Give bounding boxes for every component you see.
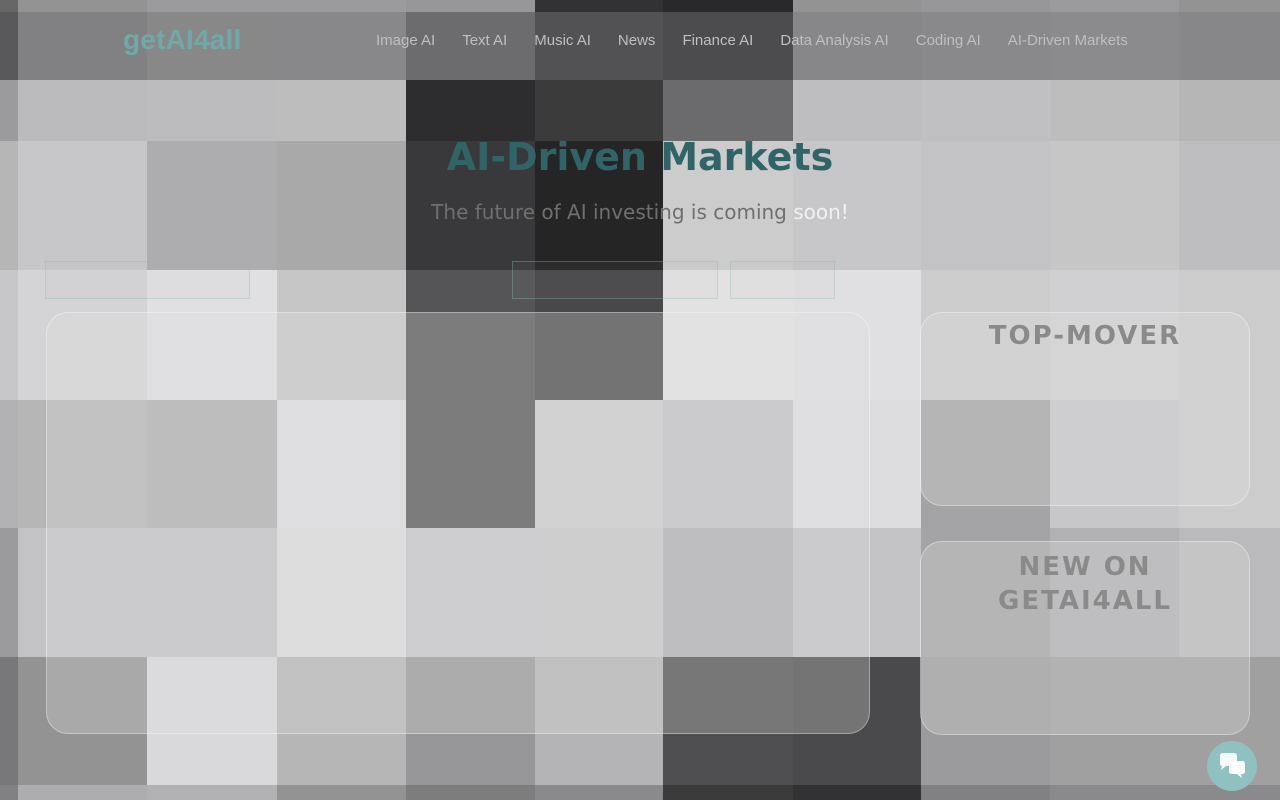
chat-button[interactable] (1207, 741, 1257, 791)
nav-item-news[interactable]: News (618, 32, 656, 49)
subtitle-highlight: soon! (793, 200, 849, 224)
search-input[interactable] (512, 261, 718, 299)
nav-item-coding-ai[interactable]: Coding AI (916, 32, 981, 49)
top-mover-title: TOP-MOVER (988, 321, 1182, 351)
new-on-title: NEW ON GETAI4ALL (998, 552, 1172, 616)
nav-item-ai-driven-markets[interactable]: AI-Driven Markets (1008, 32, 1128, 49)
page-title: AI-Driven Markets (446, 135, 834, 179)
nav-item-finance-ai[interactable]: Finance AI (682, 32, 753, 49)
site-header: getAI4all Image AI Text AI Music AI News… (0, 0, 1280, 80)
nav-item-image-ai[interactable]: Image AI (376, 32, 435, 49)
market-filter-select[interactable] (45, 261, 250, 299)
nav-item-text-ai[interactable]: Text AI (462, 32, 507, 49)
nav-item-music-ai[interactable]: Music AI (534, 32, 591, 49)
chat-bubbles-icon (1220, 753, 1245, 778)
top-mover-panel: TOP-MOVER (920, 312, 1250, 506)
page-subtitle: The future of AI investing is coming soo… (0, 200, 1280, 224)
main-nav: Image AI Text AI Music AI News Finance A… (376, 32, 1128, 49)
new-on-panel: NEW ON GETAI4ALL (920, 541, 1250, 735)
market-chart-panel (46, 312, 870, 734)
subtitle-text: The future of AI investing is coming (431, 200, 794, 224)
search-button[interactable] (730, 261, 835, 299)
site-logo[interactable]: getAI4all (123, 24, 242, 56)
nav-item-data-analysis-ai[interactable]: Data Analysis AI (780, 32, 888, 49)
